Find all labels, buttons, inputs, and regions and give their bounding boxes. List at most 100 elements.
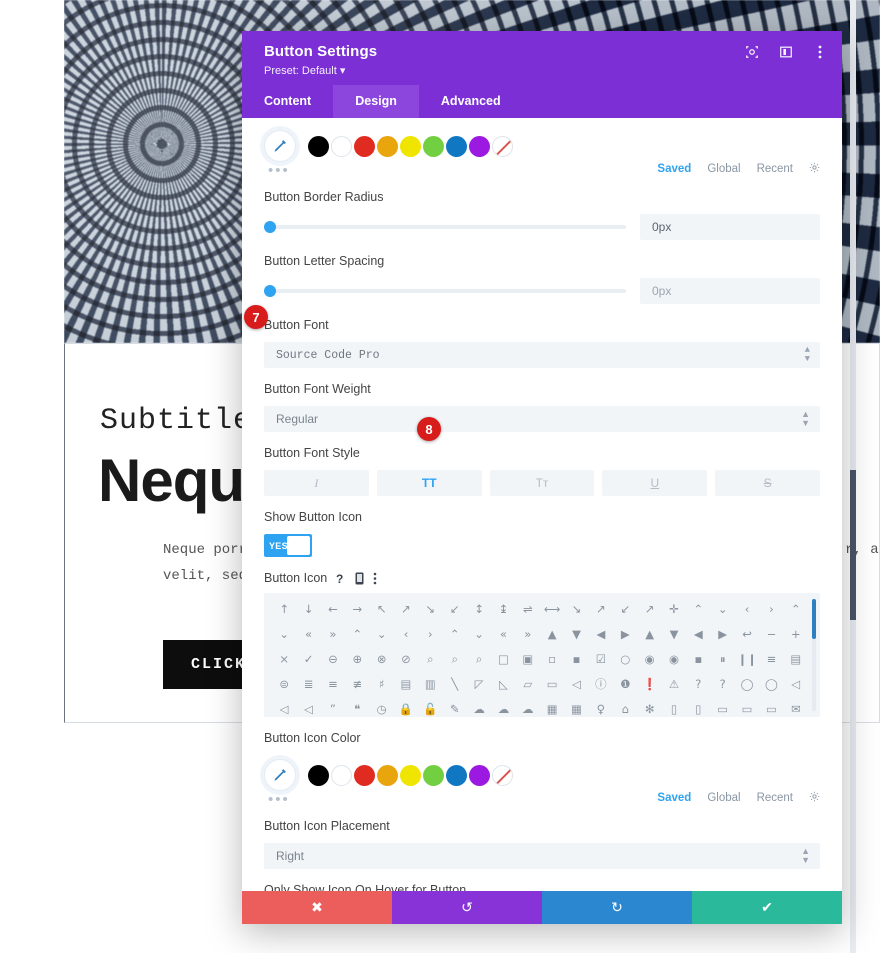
icon-option[interactable]: ▤ [784, 651, 808, 667]
icon-option[interactable]: ▯ [686, 701, 710, 717]
icon-option[interactable]: ⌃ [345, 626, 369, 642]
icon-option[interactable]: ⊜ [272, 676, 296, 692]
swatch-red[interactable] [354, 764, 375, 786]
icon-grid-scrollbar[interactable] [812, 599, 816, 711]
redo-button[interactable]: ↻ [542, 891, 692, 924]
more-vertical-icon[interactable] [373, 572, 377, 585]
slider-knob[interactable] [264, 221, 276, 233]
icon-option[interactable]: ≡ [321, 676, 345, 692]
icon-option[interactable]: ✓ [296, 651, 320, 667]
icon-option[interactable]: □ [491, 651, 515, 667]
icon-option[interactable]: ⌃ [686, 601, 710, 617]
icon-option[interactable]: ✻ [637, 701, 661, 717]
icon-option[interactable]: » [321, 626, 345, 642]
icon-option[interactable]: ↓ [296, 601, 320, 617]
icon-option[interactable]: ◷ [369, 701, 393, 717]
icon-option[interactable]: × [272, 651, 296, 667]
icon-option[interactable]: 🔓 [418, 701, 442, 717]
swatch-white[interactable] [331, 764, 352, 786]
icon-option[interactable]: ? [711, 676, 735, 692]
icon-option[interactable]: ☑ [589, 651, 613, 667]
icon-option[interactable]: ☁ [491, 701, 515, 717]
icon-option[interactable]: ▭ [540, 676, 564, 692]
icon-option[interactable]: ⌕ [467, 651, 491, 667]
swatch-none[interactable] [492, 764, 513, 786]
swatch-blue[interactable] [446, 764, 467, 786]
icon-option[interactable]: ✉ [784, 701, 808, 717]
icon-option[interactable]: › [418, 626, 442, 642]
icon-option[interactable]: ↗ [637, 601, 661, 617]
icon-option[interactable]: ▶ [711, 626, 735, 642]
swatch-red[interactable] [354, 135, 375, 157]
icon-option[interactable]: ◀ [589, 626, 613, 642]
help-icon[interactable]: ? [336, 572, 346, 585]
icon-option[interactable]: ⌄ [369, 626, 393, 642]
palette-link-global[interactable]: Global [707, 163, 740, 175]
gear-icon[interactable] [809, 162, 820, 176]
icon-option[interactable]: ⊖ [321, 651, 345, 667]
eyedropper-icon[interactable] [264, 759, 296, 791]
icon-option[interactable]: ⏸ [711, 651, 735, 667]
style-capitalize-button[interactable]: Tᴛ [489, 470, 595, 496]
icon-option[interactable]: ‹ [735, 601, 759, 617]
swatch-yellow[interactable] [400, 764, 421, 786]
icon-option[interactable]: ⌂ [613, 701, 637, 717]
slider-knob[interactable] [264, 285, 276, 297]
icon-option[interactable]: « [491, 626, 515, 642]
style-italic-button[interactable]: I [264, 470, 369, 496]
gear-icon[interactable] [809, 791, 820, 805]
tab-content[interactable]: Content [242, 85, 333, 118]
icon-picker-grid[interactable]: ↑ ↓ ← → ↖ ↗ ↘ ↙ ↕ ↨ ⇌ ⟷ ↘ ↗ ↙ ↗ ✛ ⌃ ⌄ ‹ › ⌃ ⌄ «» ⌃ ⌄ ‹ › ⌃ ⌄ «» ▲ ▼ ◀ ▶ ▲ ▼ ◀… [264, 593, 820, 717]
icon-option[interactable]: « [296, 626, 320, 642]
swatch-orange[interactable] [377, 764, 398, 786]
swatch-orange[interactable] [377, 135, 398, 157]
icon-option[interactable]: ◉ [662, 651, 686, 667]
icon-option[interactable]: ▼ [564, 626, 588, 642]
icon-option[interactable]: ↘ [418, 601, 442, 617]
icon-option[interactable]: ↙ [443, 601, 467, 617]
swatch-purple[interactable] [469, 764, 490, 786]
icon-option[interactable]: ✎ [443, 701, 467, 717]
palette-link-recent[interactable]: Recent [757, 792, 793, 804]
tab-advanced[interactable]: Advanced [419, 85, 523, 118]
icon-option[interactable]: ↖ [369, 601, 393, 617]
icon-option[interactable]: ❝ [345, 701, 369, 717]
icon-option[interactable]: ◁ [272, 701, 296, 717]
icon-option[interactable]: ⌄ [272, 626, 296, 642]
icon-option[interactable]: ◯ [735, 676, 759, 692]
icon-option[interactable]: » [516, 626, 540, 642]
icon-option[interactable]: ↗ [394, 601, 418, 617]
icon-option[interactable]: ” [321, 701, 345, 717]
icon-option[interactable]: ⚠ [662, 676, 686, 692]
icon-option[interactable]: ▦ [564, 701, 588, 717]
page-scrollbar-thumb[interactable] [850, 470, 856, 620]
icon-option[interactable]: ⌄ [467, 626, 491, 642]
icon-option[interactable]: ♯ [369, 676, 393, 692]
icon-option[interactable]: ⊕ [345, 651, 369, 667]
icon-option[interactable]: ◉ [637, 651, 661, 667]
icon-option[interactable]: ? [686, 676, 710, 692]
icon-option[interactable]: − [759, 626, 783, 642]
icon-option[interactable]: ▫ [540, 651, 564, 667]
icon-option[interactable]: ↕ [467, 601, 491, 617]
icon-option[interactable]: ▥ [418, 676, 442, 692]
icon-option[interactable]: 🔒 [394, 701, 418, 717]
select-icon-placement[interactable]: Right ▲ ▼ [264, 843, 820, 869]
icon-option[interactable]: ≢ [345, 676, 369, 692]
icon-option[interactable]: ╲ [443, 676, 467, 692]
icon-option[interactable]: ▼ [662, 626, 686, 642]
icon-option[interactable]: ☁ [467, 701, 491, 717]
undo-button[interactable]: ↺ [392, 891, 542, 924]
icon-option[interactable]: ▲ [540, 626, 564, 642]
icon-option[interactable]: ⊗ [369, 651, 393, 667]
icon-option[interactable]: ❙❙ [735, 651, 759, 667]
icon-option[interactable]: ↘ [564, 601, 588, 617]
target-icon[interactable] [744, 44, 760, 60]
icon-option[interactable]: ▦ [540, 701, 564, 717]
icon-option[interactable]: › [759, 601, 783, 617]
icon-option[interactable]: ⊘ [394, 651, 418, 667]
icon-option[interactable]: ⇌ [516, 601, 540, 617]
icon-grid[interactable]: ↑ ↓ ← → ↖ ↗ ↘ ↙ ↕ ↨ ⇌ ⟷ ↘ ↗ ↙ ↗ ✛ ⌃ ⌄ ‹ › ⌃ ⌄ «» ⌃ ⌄ ‹ › ⌃ ⌄ «» ▲ ▼ ◀ ▶ ▲ ▼ ◀… [264, 593, 820, 717]
icon-option[interactable]: ▭ [735, 701, 759, 717]
icon-option[interactable]: ◺ [491, 676, 515, 692]
